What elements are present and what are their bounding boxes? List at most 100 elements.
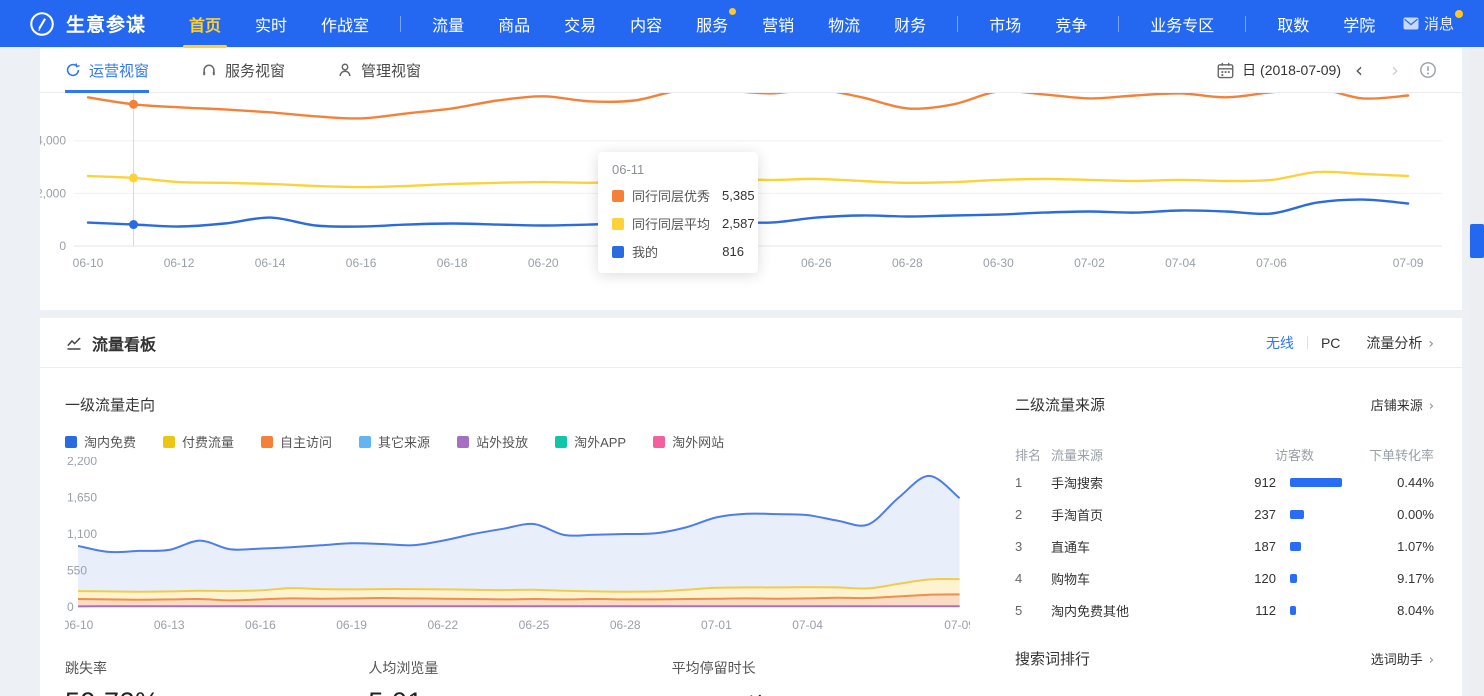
dashboard-page: { "brand": "生意参谋", "nav": { "items": [ {… [0,0,1484,696]
badge-dot [729,8,736,15]
divider [1307,336,1308,349]
table-row[interactable]: 4购物车1209.17% [1015,562,1434,594]
cell-visitors: 187 [1220,539,1276,554]
page-scrollbar-thumb[interactable] [1470,224,1484,258]
traffic-board-header: 流量看板 无线 PC 流量分析› [40,318,1462,368]
search-rank-header: 搜索词排行 选词助手› [1015,648,1434,669]
legend-label: 其它来源 [378,432,430,451]
legend-item-淘外网站[interactable]: 淘外网站 [653,432,724,451]
tooltip-series-label: 同行同层平均 [632,214,710,233]
board-title: 流量看板 [92,331,156,355]
traffic-analysis-link[interactable]: 流量分析› [1366,333,1434,353]
nav-item-服务[interactable]: 服务 [696,12,728,36]
svg-text:06-16: 06-16 [346,256,377,270]
tooltip-series-value: 5,385 [722,188,755,203]
chevron-right-icon: › [1429,653,1434,668]
word-helper-link[interactable]: 选词助手› [1371,649,1434,668]
metric-value: 17.49秒 [672,687,975,696]
nav-divider [1245,16,1246,32]
svg-text:4,000: 4,000 [40,134,66,148]
refresh-icon [65,62,81,78]
metric-人均浏览量: 人均浏览量5.01 [368,658,671,696]
header-conversion: 下单转化率 [1348,445,1434,464]
table-row[interactable]: 3直通车1871.07% [1015,530,1434,562]
page-scrollbar-track[interactable] [1470,48,1484,696]
svg-text:07-09: 07-09 [944,618,970,632]
metric-平均停留时长: 平均停留时长 17.49秒 [672,658,975,696]
tab-运营视窗[interactable]: 运营视窗 [65,48,149,93]
svg-text:0: 0 [67,600,74,614]
pc-tab[interactable]: PC [1321,335,1340,351]
tab-服务视窗[interactable]: 服务视窗 [201,48,285,93]
nav-item-内容[interactable]: 内容 [630,12,662,36]
svg-text:06-26: 06-26 [801,256,832,270]
svg-text:06-13: 06-13 [154,618,185,632]
tooltip-series-value: 2,587 [722,216,755,231]
tooltip-series-label: 我的 [632,242,710,261]
legend-label: 淘外网站 [672,432,724,451]
nav-item-业务专区[interactable]: 业务专区 [1150,12,1214,36]
table-row[interactable]: 5淘内免费其他1128.04% [1015,594,1434,626]
messages-button[interactable]: 消息 [1403,13,1454,34]
cell-conversion: 1.07% [1348,539,1434,554]
nav-item-交易[interactable]: 交易 [564,12,596,36]
nav-item-市场[interactable]: 市场 [989,12,1021,36]
nav-item-取数[interactable]: 取数 [1277,12,1309,36]
svg-text:07-04: 07-04 [1165,256,1196,270]
visitors-bar [1290,542,1301,551]
metric-label: 平均停留时长 [672,658,975,678]
nav-item-营销[interactable]: 营销 [762,12,794,36]
tab-label: 运营视窗 [89,60,149,81]
legend-item-付费流量[interactable]: 付费流量 [163,432,234,451]
messages-label: 消息 [1424,13,1454,34]
table-row[interactable]: 2手淘首页2370.00% [1015,498,1434,530]
legend-item-站外投放[interactable]: 站外投放 [457,432,528,451]
svg-text:06-30: 06-30 [983,256,1014,270]
brand[interactable]: 生意参谋 [28,10,146,38]
legend-item-淘内免费[interactable]: 淘内免费 [65,432,136,451]
svg-text:06-28: 06-28 [610,618,641,632]
date-picker[interactable]: 日 (2018-07-09) [1242,60,1341,80]
view-tabs: 运营视窗 服务视窗 管理视窗 [65,48,473,93]
line-chart-icon [65,334,83,352]
source-header: 二级流量来源 店铺来源› [1015,394,1434,415]
nav-item-财务[interactable]: 财务 [894,12,926,36]
metric-label: 跳失率 [65,658,368,678]
svg-text:06-19: 06-19 [336,618,367,632]
tooltip-row: 同行同层优秀5,385 [612,186,744,205]
nav-item-作战室[interactable]: 作战室 [321,12,369,36]
nav-item-流量[interactable]: 流量 [432,12,464,36]
legend-item-自主访问[interactable]: 自主访问 [261,432,332,451]
legend-item-其它来源[interactable]: 其它来源 [359,432,430,451]
legend-item-淘外APP[interactable]: 淘外APP [555,432,626,451]
next-date-button[interactable]: › [1377,60,1413,80]
legend-swatch [359,436,371,448]
table-row[interactable]: 1手淘搜索9120.44% [1015,466,1434,498]
cell-source-name: 购物车 [1051,569,1220,588]
cell-visitors-bar [1276,606,1348,615]
notification-dot [1455,10,1463,18]
top-navigation: 生意参谋 首页 实时 作战室 流量 商品 交易 内容 服务 营销 物流 财务 市场 竞争 业务专区 取数 学院… [0,0,1484,47]
cell-conversion: 9.17% [1348,571,1434,586]
nav-item-学院[interactable]: 学院 [1343,12,1375,36]
source-pane: 二级流量来源 店铺来源› 排名流量来源访客数下单转化率1手淘搜索9120.44%… [975,368,1462,696]
flow-pane: 一级流量走向 淘内免费付费流量自主访问其它来源站外投放淘外APP淘外网站 055… [40,368,975,696]
cell-source-name: 淘内免费其他 [1051,601,1220,620]
shop-source-link[interactable]: 店铺来源› [1371,395,1434,414]
nav-item-商品[interactable]: 商品 [498,12,530,36]
nav-item-首页[interactable]: 首页 [189,12,221,36]
wireless-tab[interactable]: 无线 [1266,333,1294,353]
nav-divider [400,16,401,32]
nav-item-竞争[interactable]: 竞争 [1055,12,1087,36]
tab-管理视窗[interactable]: 管理视窗 [337,48,421,93]
svg-text:06-12: 06-12 [164,256,195,270]
traffic-flow-chart[interactable]: 05501,1001,6502,20006-1006-1306-1606-190… [65,457,975,640]
nav-item-实时[interactable]: 实时 [255,12,287,36]
nav-divider [1118,16,1119,32]
cell-conversion: 0.00% [1348,507,1434,522]
calendar-icon[interactable] [1217,62,1234,79]
info-button[interactable] [1419,61,1437,79]
prev-date-button[interactable]: ‹ [1341,60,1377,80]
nav-item-物流[interactable]: 物流 [828,12,860,36]
svg-text:06-18: 06-18 [437,256,468,270]
